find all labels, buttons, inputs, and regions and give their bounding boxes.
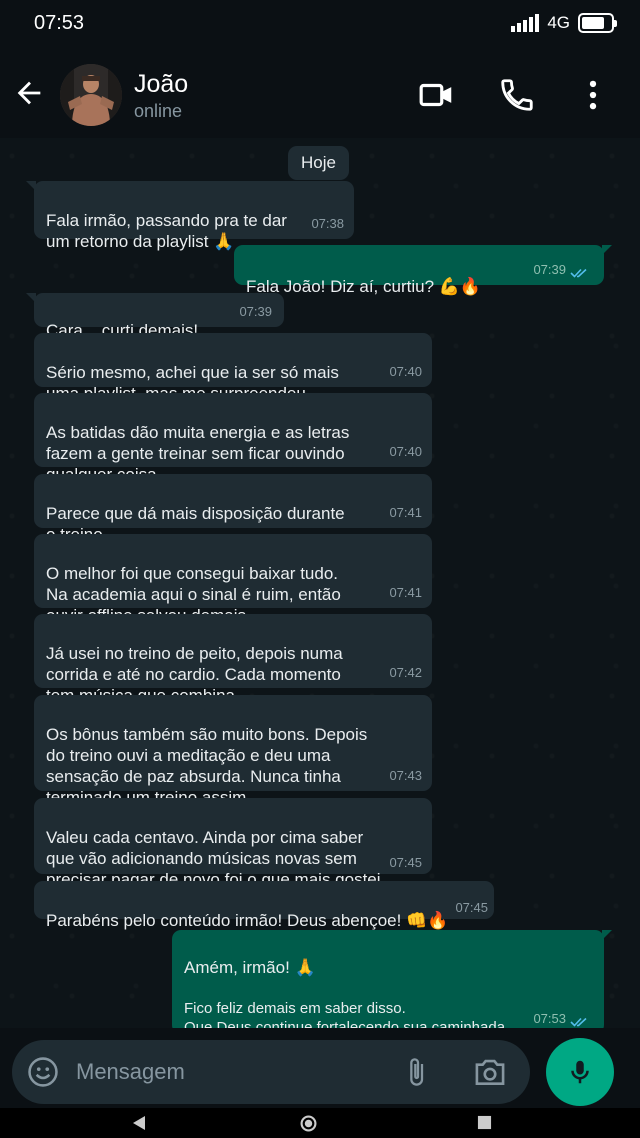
message-time: 07:38	[311, 216, 344, 231]
read-receipt-icon	[570, 268, 587, 278]
more-options-icon[interactable]	[574, 76, 612, 114]
video-call-icon[interactable]	[418, 76, 456, 114]
nav-recents-icon[interactable]	[477, 1115, 492, 1130]
read-receipt-icon	[570, 1017, 587, 1027]
message-bubble[interactable]: Parece que dá mais disposição durante o …	[34, 474, 432, 544]
message-bubble[interactable]: Fala irmão, passando pra te dar um retor…	[26, 181, 354, 251]
avatar[interactable]	[60, 64, 122, 126]
message-title: Amém, irmão! 🙏	[184, 958, 316, 977]
status-indicators: 4G	[511, 13, 617, 33]
status-bar: 07:53 4G	[0, 0, 640, 50]
message-time: 07:45	[389, 855, 422, 870]
message-bubble[interactable]: Fala João! Diz aí, curtiu? 💪🔥 07:39	[234, 245, 612, 296]
contact-status: online	[134, 101, 183, 121]
emoji-icon[interactable]	[26, 1055, 60, 1089]
mic-icon	[571, 1060, 589, 1084]
message-input-container[interactable]	[12, 1040, 530, 1104]
message-bubble[interactable]: Já usei no treino de peito, depois numa …	[34, 614, 432, 705]
back-arrow-icon[interactable]	[12, 76, 46, 110]
message-bubble[interactable]: O melhor foi que consegui baixar tudo. N…	[34, 534, 432, 625]
chat-area[interactable]: Hoje Fala irmão, passando pra te dar um …	[0, 138, 640, 1055]
camera-icon[interactable]	[472, 1056, 508, 1088]
message-bubble[interactable]: Valeu cada centavo. Ainda por cima saber…	[34, 798, 432, 889]
message-bubble[interactable]: Amém, irmão! 🙏 Fico feliz demais em sabe…	[172, 930, 612, 1055]
nav-home-icon[interactable]	[300, 1115, 317, 1132]
network-type: 4G	[547, 13, 570, 32]
message-time: 07:41	[389, 585, 422, 600]
battery-icon	[578, 13, 617, 33]
phone-icon[interactable]	[498, 76, 536, 114]
message-bubble[interactable]: Os bônus também são muito bons. Depois d…	[34, 695, 432, 807]
message-bubble[interactable]: Sério mesmo, achei que ia ser só mais um…	[34, 333, 432, 403]
message-time: 07:40	[389, 444, 422, 459]
mic-button[interactable]	[546, 1038, 614, 1106]
message-text: Parabéns pelo conteúdo irmão! Deus abenç…	[46, 911, 449, 930]
message-time: 07:42	[389, 665, 422, 680]
system-nav-bar	[0, 1108, 640, 1138]
contact-name[interactable]: João	[134, 70, 188, 99]
message-bubble[interactable]: Cara... curti demais! 07:39	[26, 293, 284, 340]
message-bubble[interactable]: Parabéns pelo conteúdo irmão! Deus abenç…	[34, 881, 494, 930]
message-time: 07:53	[533, 1011, 566, 1026]
message-text: Os bônus também são muito bons. Depois d…	[46, 725, 368, 807]
date-chip: Hoje	[288, 146, 349, 180]
nav-back-icon[interactable]	[131, 1115, 147, 1131]
composer	[0, 1028, 640, 1108]
message-text: Fala João! Diz aí, curtiu? 💪🔥	[246, 277, 482, 296]
message-time: 07:45	[455, 900, 488, 915]
message-time: 07:41	[389, 505, 422, 520]
message-time: 07:40	[389, 364, 422, 379]
message-bubble[interactable]: As batidas dão muita energia e as letras…	[34, 393, 432, 484]
message-time: 07:39	[533, 262, 566, 277]
chat-header: João online	[0, 50, 640, 138]
message-input[interactable]	[76, 1050, 376, 1094]
message-time: 07:39	[239, 304, 272, 319]
signal-icon	[511, 14, 540, 32]
message-time: 07:43	[389, 768, 422, 783]
message-text: Valeu cada centavo. Ainda por cima saber…	[46, 828, 386, 889]
status-time: 07:53	[34, 12, 85, 34]
attach-icon[interactable]	[400, 1056, 432, 1088]
